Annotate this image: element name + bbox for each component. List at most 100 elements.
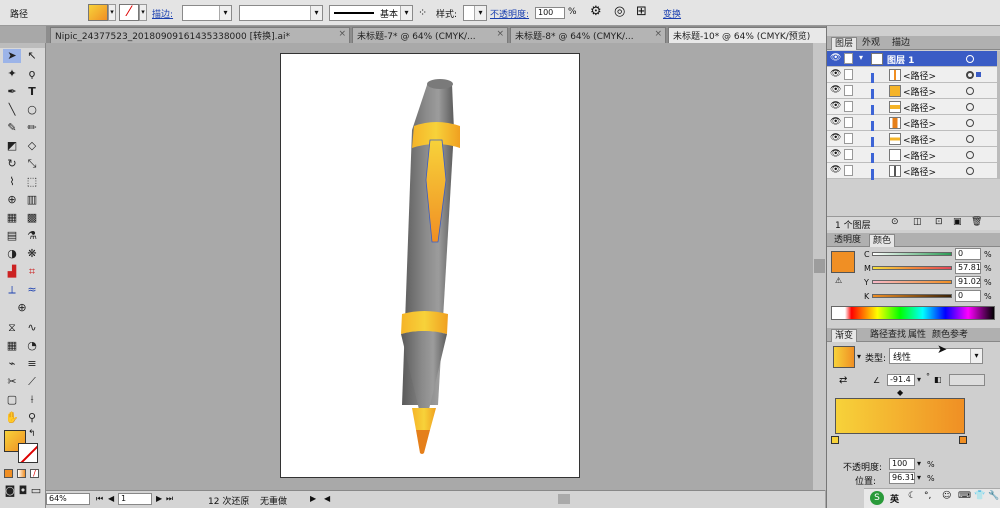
warp-tool-icon[interactable]: ⌇: [3, 175, 21, 189]
target-icon[interactable]: [966, 87, 974, 95]
moon-icon[interactable]: ☾: [908, 491, 916, 501]
globe-icon[interactable]: ◎: [614, 4, 625, 19]
lock-toggle[interactable]: [844, 133, 853, 144]
opacity-input[interactable]: 100: [535, 7, 565, 19]
tab-gradient[interactable]: 渐变: [831, 329, 858, 342]
target-icon[interactable]: [966, 151, 974, 159]
target-icon[interactable]: [966, 71, 974, 79]
brush-profile-dropdown[interactable]: 基本 ▾: [329, 5, 413, 21]
channel-c-input[interactable]: 0: [955, 248, 981, 260]
column-graph-tool-icon[interactable]: ▟: [3, 265, 21, 279]
scroll-thumb[interactable]: [814, 259, 825, 273]
target-icon[interactable]: [966, 55, 974, 63]
gradient-tool-icon[interactable]: ▤: [3, 229, 21, 243]
style-dropdown[interactable]: ▾: [463, 5, 487, 21]
pen-tool-icon[interactable]: ✒: [3, 85, 21, 99]
sogou-icon[interactable]: S: [870, 491, 884, 505]
gradient-stop-end[interactable]: [959, 436, 967, 444]
lock-toggle[interactable]: [844, 117, 853, 128]
stroke-label[interactable]: 描边:: [152, 7, 173, 20]
channel-y-slider[interactable]: [872, 280, 952, 284]
smile-icon[interactable]: ☺: [942, 491, 951, 501]
scissors-tool-icon[interactable]: ✂: [3, 375, 21, 389]
lock-toggle[interactable]: [844, 149, 853, 160]
wrench-icon[interactable]: 🔧: [988, 491, 999, 501]
status-menu-icon[interactable]: ▶: [310, 494, 316, 503]
measure-tool-icon[interactable]: ⟊: [23, 393, 41, 407]
angle-dropdown-icon[interactable]: ▾: [917, 375, 921, 384]
stroke-color-box[interactable]: [18, 443, 38, 463]
variable-width-dropdown[interactable]: ▾: [239, 5, 323, 21]
blob-brush-tool-icon[interactable]: ◩: [3, 139, 21, 153]
slice-tool-icon[interactable]: ⟂: [3, 283, 21, 297]
hourglass-tool-icon[interactable]: ⧖: [3, 321, 21, 335]
opacity-label[interactable]: 不透明度:: [490, 7, 529, 20]
path-row[interactable]: 👁 <路径>: [827, 67, 997, 84]
path-row[interactable]: 👁 <路径>: [827, 147, 997, 164]
locate-object-icon[interactable]: ⊙: [891, 217, 899, 227]
tab-document-3[interactable]: 未标题-8* @ 64% (CMYK/... ×: [510, 27, 666, 43]
reverse-gradient-icon[interactable]: ⇄: [839, 375, 847, 386]
path-label[interactable]: <路径>: [903, 133, 936, 146]
target-icon[interactable]: [966, 119, 974, 127]
hscroll-thumb[interactable]: [558, 494, 570, 504]
scale-tool-icon[interactable]: ⤡: [23, 157, 41, 171]
wave-tool-icon[interactable]: ∿: [23, 321, 41, 335]
channel-c-slider[interactable]: [872, 252, 952, 256]
fill-dropdown-icon[interactable]: ▾: [108, 4, 116, 21]
fill-color-swatch[interactable]: [831, 251, 855, 273]
free-transform-tool-icon[interactable]: ⬚: [23, 175, 41, 189]
angle-input[interactable]: -91.4: [887, 374, 915, 386]
color-spectrum-bar[interactable]: [831, 306, 995, 320]
chart-line-tool-icon[interactable]: ⌁: [3, 357, 21, 371]
channel-y-input[interactable]: 91.02: [955, 276, 981, 288]
line-tool-icon[interactable]: ╲: [3, 103, 21, 117]
path-row[interactable]: 👁 <路径>: [827, 83, 997, 100]
tab-stroke[interactable]: 描边: [889, 37, 913, 50]
path-label[interactable]: <路径>: [903, 85, 936, 98]
tab-document-4[interactable]: 未标题-10* @ 64% (CMYK/预览)×: [668, 27, 844, 43]
tab-layers[interactable]: 图层: [831, 37, 858, 50]
eyedropper-tool-icon[interactable]: ⚗: [23, 229, 41, 243]
rotate-tool-icon[interactable]: ↻: [3, 157, 21, 171]
close-icon[interactable]: ×: [338, 29, 346, 39]
stroke-none-swatch[interactable]: ⁄: [119, 4, 139, 21]
gradient-mode-icon[interactable]: [17, 469, 26, 478]
screen-mode-icon[interactable]: ▭: [27, 484, 45, 498]
gradient-type-dropdown[interactable]: 线性 ▾: [889, 348, 983, 364]
layer-name[interactable]: 图层 1: [887, 53, 914, 66]
path-row[interactable]: 👁 <路径>: [827, 99, 997, 116]
shirt-icon[interactable]: 👕: [974, 491, 985, 501]
tab-pathfinder[interactable]: 路径查找: [867, 329, 909, 342]
eye-icon[interactable]: 👁: [830, 70, 841, 79]
eye-icon[interactable]: 👁: [830, 150, 841, 159]
new-sublayer-icon[interactable]: ⊡: [935, 217, 943, 227]
paintbrush-tool-icon[interactable]: ✎: [3, 121, 21, 135]
grid-icon[interactable]: ⊞: [636, 4, 647, 19]
toolbox-grip[interactable]: [0, 43, 45, 48]
midpoint-diamond-icon[interactable]: ◆: [897, 388, 903, 397]
prev-page-icon[interactable]: ◀: [108, 494, 114, 503]
live-paint-tool-icon[interactable]: ▥: [23, 193, 41, 207]
list-tool-icon[interactable]: ≡: [23, 357, 41, 371]
layer-row[interactable]: 👁 ▾ 图层 1: [827, 51, 997, 67]
artboard-tool-icon[interactable]: ⌗: [23, 265, 41, 279]
path-label[interactable]: <路径>: [903, 117, 936, 130]
mesh-tool-icon[interactable]: ▩: [23, 211, 41, 225]
aspect-ratio-input[interactable]: [949, 374, 985, 386]
path-row[interactable]: 👁 <路径>: [827, 131, 997, 148]
swap-colors-icon[interactable]: ↰: [28, 429, 36, 439]
channel-k-slider[interactable]: [872, 294, 952, 298]
artboard-crop-tool-icon[interactable]: ▢: [3, 393, 21, 407]
first-page-icon[interactable]: ⏮: [96, 494, 103, 504]
ime-language[interactable]: 英: [890, 492, 899, 505]
clipping-mask-icon[interactable]: ◫: [913, 217, 922, 227]
lock-toggle[interactable]: [844, 101, 853, 112]
channel-m-input[interactable]: 57.81: [955, 262, 981, 274]
gradient-preview[interactable]: [833, 346, 855, 368]
stroke-dropdown-icon[interactable]: ▾: [139, 4, 147, 21]
gradient-slider-bar[interactable]: [835, 398, 965, 434]
next-page-icon[interactable]: ▶: [156, 494, 162, 503]
path-row[interactable]: 👁 <路径>: [827, 163, 997, 180]
ellipse-tool-icon[interactable]: ○: [23, 103, 41, 117]
